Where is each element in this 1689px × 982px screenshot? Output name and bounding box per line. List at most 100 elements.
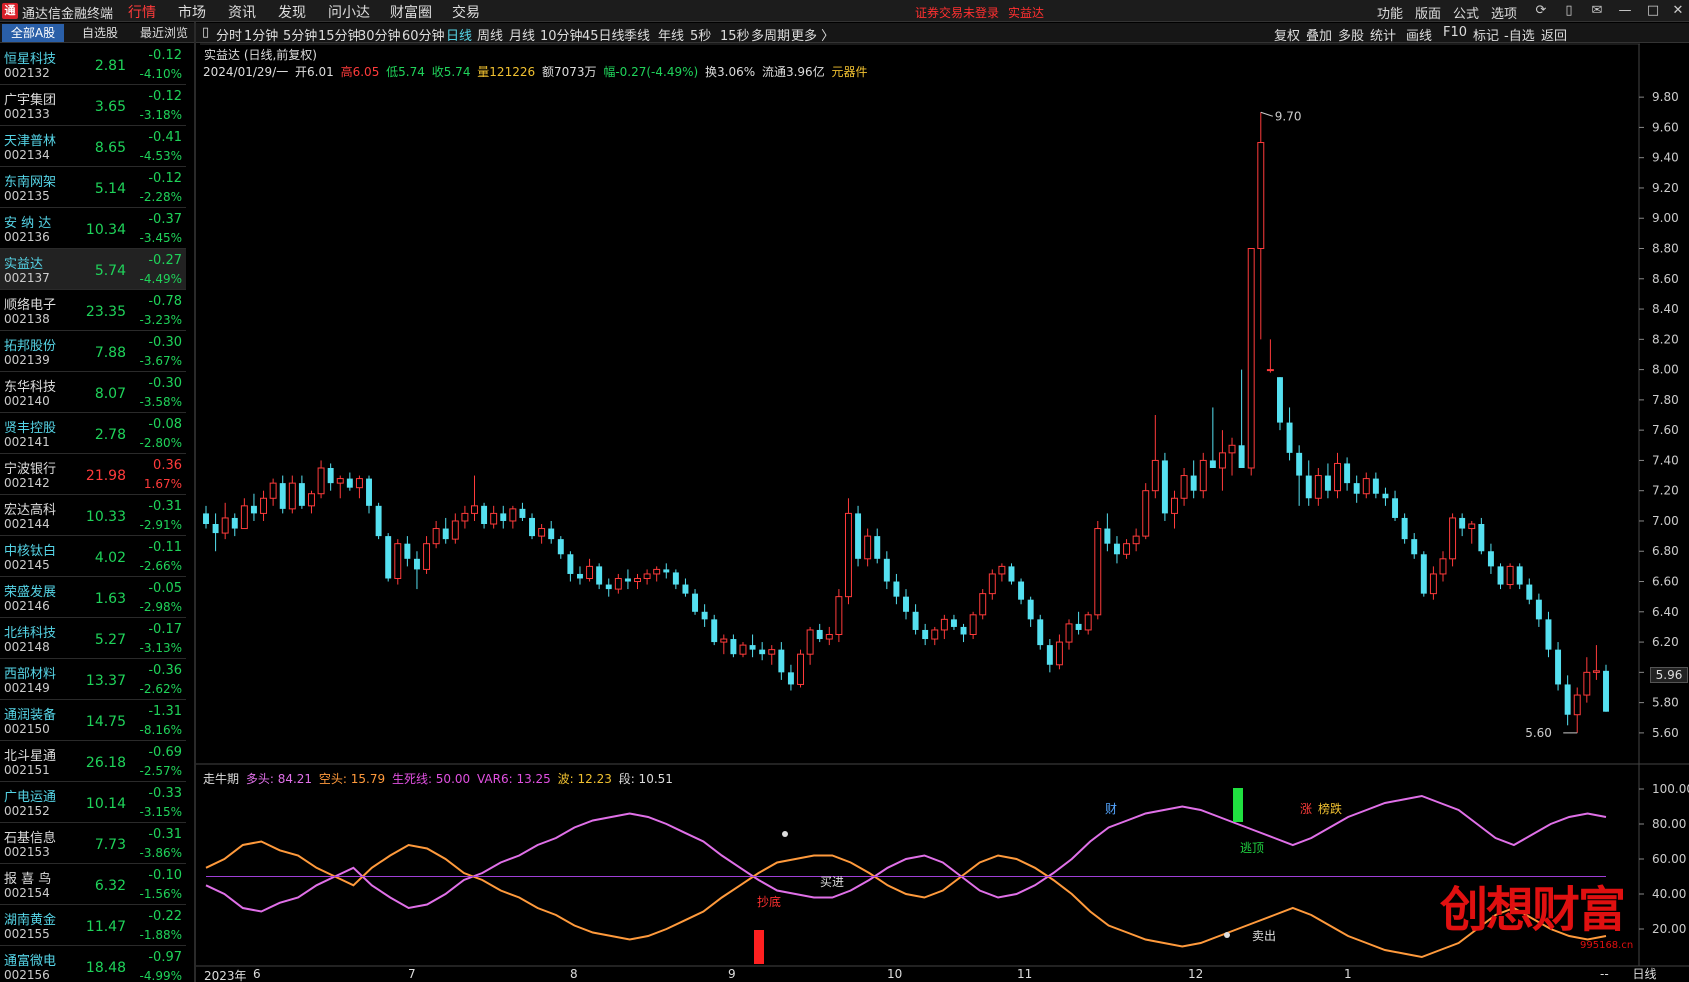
- candle-body: [1449, 517, 1457, 560]
- candle-body: [1526, 584, 1533, 600]
- candle-body: [1487, 551, 1494, 567]
- candle-body: [327, 467, 334, 484]
- candle-body: [1324, 475, 1331, 491]
- candle-body: [375, 505, 382, 537]
- candle-body: [355, 478, 363, 489]
- chart-canvas[interactable]: 5.605.806.006.206.406.606.807.007.207.40…: [0, 0, 1689, 982]
- candle-body: [759, 649, 766, 655]
- candle-body: [653, 568, 661, 575]
- candle-body: [969, 614, 977, 635]
- candle-body: [308, 493, 315, 507]
- candle-body: [1027, 599, 1034, 620]
- y-tick-label: 7.20: [1652, 484, 1679, 498]
- candle-body: [720, 638, 728, 643]
- x-axis: 2023年 6 7 8 9 10 11 12 1: [200, 967, 1640, 982]
- candle-body: [1008, 566, 1015, 582]
- x-axis-month: 1: [1344, 967, 1352, 981]
- candle-body: [1296, 452, 1303, 476]
- candle-body: [1151, 459, 1159, 492]
- candle-body: [577, 573, 583, 579]
- indicator-bull: 多头: 84.21: [245, 772, 313, 786]
- candle-body: [1372, 478, 1379, 494]
- candle-body: [336, 478, 344, 484]
- candle-body: [614, 577, 622, 590]
- candle-body: [529, 517, 535, 537]
- candle-body: [432, 528, 440, 545]
- candle-body: [988, 573, 996, 595]
- candle-body: [1314, 475, 1322, 499]
- candle-body: [960, 626, 967, 635]
- candle-body: [260, 497, 268, 514]
- candle-body: [1055, 641, 1063, 666]
- candle-body: [1266, 369, 1274, 372]
- candle-body: [1209, 460, 1216, 468]
- candle-body: [624, 578, 631, 582]
- candle-body: [509, 508, 517, 522]
- indicator-name[interactable]: 走牛期: [203, 772, 239, 786]
- candle-body: [1257, 142, 1265, 250]
- candle-body: [1459, 517, 1466, 529]
- candle-body: [490, 512, 498, 525]
- candle-body: [701, 611, 708, 620]
- escape-signal-label: 逃顶: [1240, 841, 1264, 855]
- x-axis-month: 8: [570, 967, 578, 981]
- candle-body: [1104, 528, 1111, 544]
- candle-body: [1583, 671, 1591, 696]
- candle-body: [519, 508, 526, 518]
- candle-body: [1305, 475, 1312, 499]
- y-tick-label: 6.60: [1652, 575, 1679, 589]
- candle-body: [922, 629, 929, 640]
- x-axis-month: 11: [1017, 967, 1033, 981]
- candle-body: [404, 543, 411, 559]
- candle-body: [1037, 619, 1044, 646]
- candle-body: [682, 584, 689, 594]
- candle-body: [1228, 444, 1236, 454]
- y-tick-label: 8.40: [1652, 302, 1679, 316]
- candle-body: [874, 536, 881, 559]
- candle-body: [279, 483, 286, 509]
- candle-body: [844, 512, 852, 598]
- candle-body: [1142, 490, 1150, 537]
- y-tick-label: 8.00: [1652, 363, 1679, 377]
- candle-body: [1218, 452, 1226, 469]
- candle-body: [1046, 645, 1053, 665]
- candle-body: [461, 512, 469, 522]
- candle-body: [1132, 535, 1140, 545]
- watermark-logo: 创想财富 995168.cn: [1440, 870, 1680, 970]
- candle-body: [394, 543, 402, 579]
- indicator-life-line: 生死线: 50.00: [391, 772, 471, 786]
- y-tick-label: 7.80: [1652, 393, 1679, 407]
- indicator-tick-label: 100.00: [1652, 782, 1689, 796]
- candle-body: [692, 593, 699, 612]
- y-tick-label: 9.20: [1652, 181, 1679, 195]
- candle-body: [1018, 581, 1025, 600]
- y-tick-label: 5.60: [1652, 726, 1679, 740]
- candle-body: [1401, 517, 1408, 540]
- candle-body: [413, 558, 420, 570]
- candle-body: [1353, 483, 1360, 494]
- candle-body: [950, 619, 957, 627]
- event-zhang-label: 涨: [1300, 801, 1312, 816]
- candle-body: [634, 577, 641, 583]
- candle-body: [567, 554, 574, 574]
- candle-body: [1592, 670, 1600, 673]
- candle-body: [1286, 422, 1293, 453]
- y-tick-label: 9.00: [1652, 211, 1679, 225]
- candle-body: [1065, 623, 1073, 643]
- bottom-signal-bar: [754, 930, 764, 964]
- candle-body: [1478, 524, 1485, 552]
- candle-body: [739, 644, 747, 655]
- x-axis-year: 2023年: [204, 969, 247, 982]
- indicator-tick-label: 60.00: [1652, 852, 1686, 866]
- candle-body: [548, 528, 555, 540]
- candle-body: [250, 505, 257, 514]
- buy-signal-dot: [782, 831, 788, 837]
- candle-body: [269, 482, 277, 499]
- x-axis-month: 9: [728, 967, 736, 981]
- candle-body: [557, 539, 564, 555]
- candle-body: [893, 581, 900, 597]
- candle-body: [1113, 543, 1120, 555]
- candle-body: [1344, 463, 1351, 484]
- candle-body: [806, 629, 814, 655]
- x-axis-month: 12: [1188, 967, 1204, 981]
